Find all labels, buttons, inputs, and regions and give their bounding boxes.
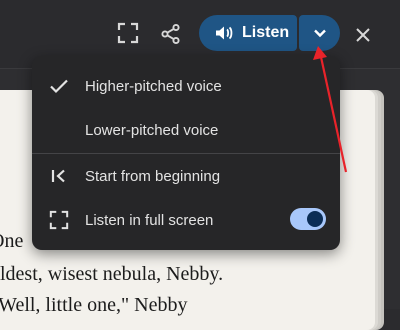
book-text-line: oldest, wisest nebula, Nebby.	[0, 263, 224, 285]
menu-item-start-from-beginning[interactable]: Start from beginning	[32, 154, 340, 198]
fullscreen-icon	[48, 209, 70, 231]
check-icon	[48, 75, 70, 97]
menu-item-lower-pitched-voice[interactable]: Lower-pitched voice	[32, 108, 340, 152]
listen-button[interactable]: Listen	[199, 15, 297, 51]
book-text-line: One	[0, 230, 24, 252]
listen-options-menu: Higher-pitched voice Lower-pitched voice…	[32, 56, 340, 250]
menu-item-label: Listen in full screen	[85, 211, 214, 229]
share-button[interactable]	[156, 19, 186, 49]
share-icon	[161, 23, 180, 45]
menu-item-higher-pitched-voice[interactable]: Higher-pitched voice	[32, 64, 340, 108]
toggle-knob	[307, 211, 323, 227]
menu-item-label: Higher-pitched voice	[85, 77, 222, 95]
close-icon	[356, 28, 370, 42]
listen-options-dropdown-button[interactable]	[299, 15, 340, 51]
full-screen-toggle[interactable]	[290, 208, 326, 230]
menu-item-listen-in-full-screen[interactable]: Listen in full screen	[32, 198, 340, 242]
close-button[interactable]	[348, 20, 378, 50]
skip-to-start-icon	[48, 165, 70, 187]
speaker-icon	[216, 26, 233, 40]
chevron-down-icon	[313, 29, 326, 38]
fullscreen-button[interactable]	[113, 18, 143, 48]
menu-item-label: Lower-pitched voice	[85, 121, 219, 139]
fullscreen-icon	[117, 22, 139, 44]
listen-label: Listen	[242, 24, 290, 41]
menu-item-label: Start from beginning	[85, 167, 221, 185]
book-text-line: "Well, little one," Nebby	[0, 294, 188, 316]
